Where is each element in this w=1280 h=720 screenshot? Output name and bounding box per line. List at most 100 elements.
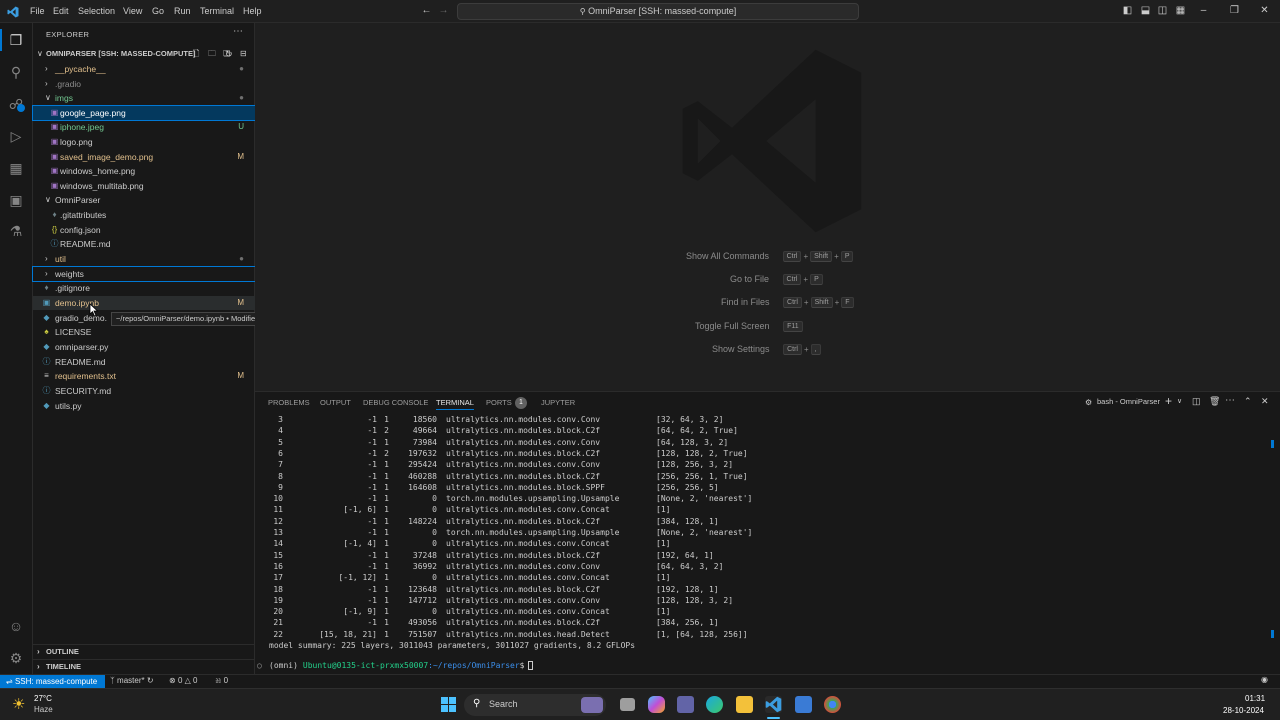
restore-window-icon[interactable]: ❐	[1229, 5, 1240, 17]
tab-debug-console[interactable]: DEBUG CONSOLE	[363, 396, 428, 410]
copilot-icon[interactable]	[648, 696, 665, 713]
menu-view[interactable]: View	[123, 0, 142, 23]
collapse-all-icon[interactable]: ⊟	[240, 47, 247, 61]
manage-gear-icon[interactable]: ⚙	[7, 649, 25, 667]
tree-item-readme[interactable]: ⓘ README.md	[33, 355, 255, 369]
new-folder-icon[interactable]: 🗀	[208, 47, 216, 61]
tree-item-weights[interactable]: › weights	[32, 266, 256, 282]
command-center-search[interactable]: ⚲ OmniParser [SSH: massed-compute]	[457, 3, 859, 20]
tree-item-logo[interactable]: ▣ logo.png	[33, 135, 255, 149]
tree-item-security[interactable]: ⓘ SECURITY.md	[33, 384, 255, 398]
maximize-panel-icon[interactable]: ⌃	[1244, 396, 1252, 407]
menu-selection[interactable]: Selection	[78, 0, 115, 23]
extensions-icon[interactable]: ▦	[7, 159, 25, 177]
teams-icon[interactable]	[677, 696, 694, 713]
terminal-name[interactable]: bash - OmniParser	[1097, 397, 1160, 406]
tree-item-windows-home[interactable]: ▣ windows_home.png	[33, 164, 255, 178]
tree-item-demo-ipynb[interactable]: ▣ demo.ipynb M	[33, 296, 255, 310]
tab-output[interactable]: OUTPUT	[320, 396, 351, 410]
minimize-window-icon[interactable]: –	[1198, 5, 1209, 17]
shortcut-find-in-files[interactable]: Find in Files Ctrl + Shift + F	[721, 296, 854, 309]
taskbar-search-box[interactable]: ⚲ Search	[464, 694, 606, 716]
tree-item-imgs[interactable]: ∨ imgs ●	[33, 91, 255, 105]
tree-item-omniparser-folder[interactable]: ∨ OmniParser	[33, 193, 255, 207]
tree-item-config-json[interactable]: {} config.json	[33, 223, 255, 237]
tree-item-pycache[interactable]: › __pycache__ ●	[33, 62, 255, 76]
clock-time[interactable]: 01:31	[1245, 694, 1265, 703]
toggle-secondary-sidebar-icon[interactable]: ◫	[1157, 5, 1168, 17]
remote-indicator[interactable]: ⇌ SSH: massed-compute	[0, 675, 105, 689]
tree-item-utils-py[interactable]: ◆ utils.py	[33, 399, 255, 413]
menu-go[interactable]: Go	[152, 0, 164, 23]
close-panel-icon[interactable]: ✕	[1261, 396, 1269, 407]
close-window-icon[interactable]: ✕	[1259, 5, 1270, 17]
more-actions-icon[interactable]: ⋯	[233, 26, 243, 37]
shortcut-go-to-file[interactable]: Go to File Ctrl + P	[730, 273, 823, 286]
branch-indicator[interactable]: ᛉ master* ↻	[110, 676, 154, 685]
notifications-bell-icon[interactable]: ◉	[1261, 675, 1268, 684]
ports-indicator[interactable]: ⎂ 0	[215, 676, 228, 686]
tree-item-saved-image-demo[interactable]: ▣ saved_image_demo.png M	[33, 150, 255, 164]
remote-explorer-icon[interactable]: ▣	[7, 191, 25, 209]
back-arrow-icon[interactable]: ←	[421, 5, 432, 17]
split-terminal-icon[interactable]: ◫	[1192, 396, 1201, 407]
tree-item-iphone[interactable]: ▣ iphone.jpeg U	[33, 120, 255, 134]
tab-jupyter[interactable]: JUPYTER	[541, 396, 575, 410]
tab-ports[interactable]: PORTS	[486, 396, 512, 410]
tree-item-gitignore[interactable]: ♦ .gitignore	[33, 281, 255, 295]
menu-edit[interactable]: Edit	[53, 0, 69, 23]
edge-browser-icon[interactable]	[706, 696, 723, 713]
refresh-explorer-icon[interactable]: ↻	[225, 47, 233, 61]
outline-section[interactable]: › OUTLINE	[33, 644, 255, 658]
customize-layout-icon[interactable]: ▦	[1175, 5, 1186, 17]
task-view-icon[interactable]	[620, 698, 635, 711]
tree-item-windows-multitab[interactable]: ▣ windows_multitab.png	[33, 179, 255, 193]
weather-temp[interactable]: 27°C	[34, 694, 52, 703]
tree-item-gradio[interactable]: › .gradio	[33, 77, 255, 91]
notepad-icon[interactable]	[795, 696, 812, 713]
tree-item-requirements[interactable]: ≡ requirements.txt M	[33, 369, 255, 383]
timeline-section[interactable]: › TIMELINE	[33, 659, 255, 673]
tree-item-readme-inner[interactable]: ⓘ README.md	[33, 237, 255, 251]
clock-date[interactable]: 28-10-2024	[1223, 706, 1264, 715]
vscode-taskbar-icon[interactable]	[765, 696, 782, 713]
chrome-icon[interactable]	[824, 696, 841, 713]
terminal-scrollbar[interactable]	[1271, 440, 1274, 448]
new-file-icon[interactable]: 🗋	[193, 47, 199, 61]
explorer-icon[interactable]: ❐	[7, 31, 25, 49]
tree-item-google-page[interactable]: ▣ google_page.png	[32, 105, 256, 121]
menu-run[interactable]: Run	[174, 0, 191, 23]
accounts-icon[interactable]: ☺	[7, 617, 25, 635]
shortcut-show-settings[interactable]: Show Settings Ctrl +,	[712, 343, 821, 356]
tab-terminal[interactable]: TERMINAL	[436, 396, 474, 410]
shortcut-show-all-commands[interactable]: Show All Commands Ctrl + Shift + P	[686, 250, 854, 263]
tree-item-omniparser-py[interactable]: ◆ omniparser.py	[33, 340, 255, 354]
shell-prompt[interactable]: ○ (omni) Ubuntu@0135-ict-prxmx50007:~/rep…	[257, 660, 534, 671]
menu-terminal[interactable]: Terminal	[200, 0, 234, 23]
workspace-root[interactable]: ∨ OMNIPARSER [SSH: MASSED-COMPUTE] 🗋 🗀 ❏…	[33, 47, 255, 61]
run-debug-icon[interactable]: ▷	[7, 127, 25, 145]
new-terminal-icon[interactable]: +	[1165, 394, 1172, 408]
trash-icon[interactable]: 🗑	[1209, 396, 1220, 407]
shortcut-toggle-full-screen[interactable]: Toggle Full Screen F11	[695, 320, 803, 333]
toggle-primary-sidebar-icon[interactable]: ◧	[1122, 5, 1133, 17]
more-actions-icon[interactable]: ⋯	[1225, 395, 1235, 406]
toggle-panel-icon[interactable]: ⬓	[1140, 5, 1151, 17]
tree-item-util[interactable]: › util ●	[33, 252, 255, 266]
tree-item-gitattributes[interactable]: ♦ .gitattributes	[33, 208, 255, 222]
terminal-cell: 6	[278, 448, 283, 458]
tree-item-license[interactable]: ♠ LICENSE	[33, 325, 255, 339]
file-explorer-icon[interactable]	[736, 696, 753, 713]
prompt-user: Ubuntu@0135-ict-prxmx50007	[302, 661, 429, 671]
testing-icon[interactable]: ⚗	[7, 222, 25, 240]
chevron-down-icon[interactable]: ∨	[1177, 397, 1182, 405]
forward-arrow-icon[interactable]: →	[438, 5, 449, 17]
terminal-cell: 22	[273, 629, 283, 639]
menu-help[interactable]: Help	[243, 0, 262, 23]
tab-problems[interactable]: PROBLEMS	[268, 396, 310, 410]
windows-start-icon[interactable]	[441, 697, 456, 712]
terminal-cell: -1	[367, 426, 377, 436]
search-activity-icon[interactable]: ⚲	[7, 63, 25, 81]
menu-file[interactable]: File	[30, 0, 45, 23]
problems-indicator[interactable]: ⊗ 0 △ 0	[169, 676, 197, 685]
